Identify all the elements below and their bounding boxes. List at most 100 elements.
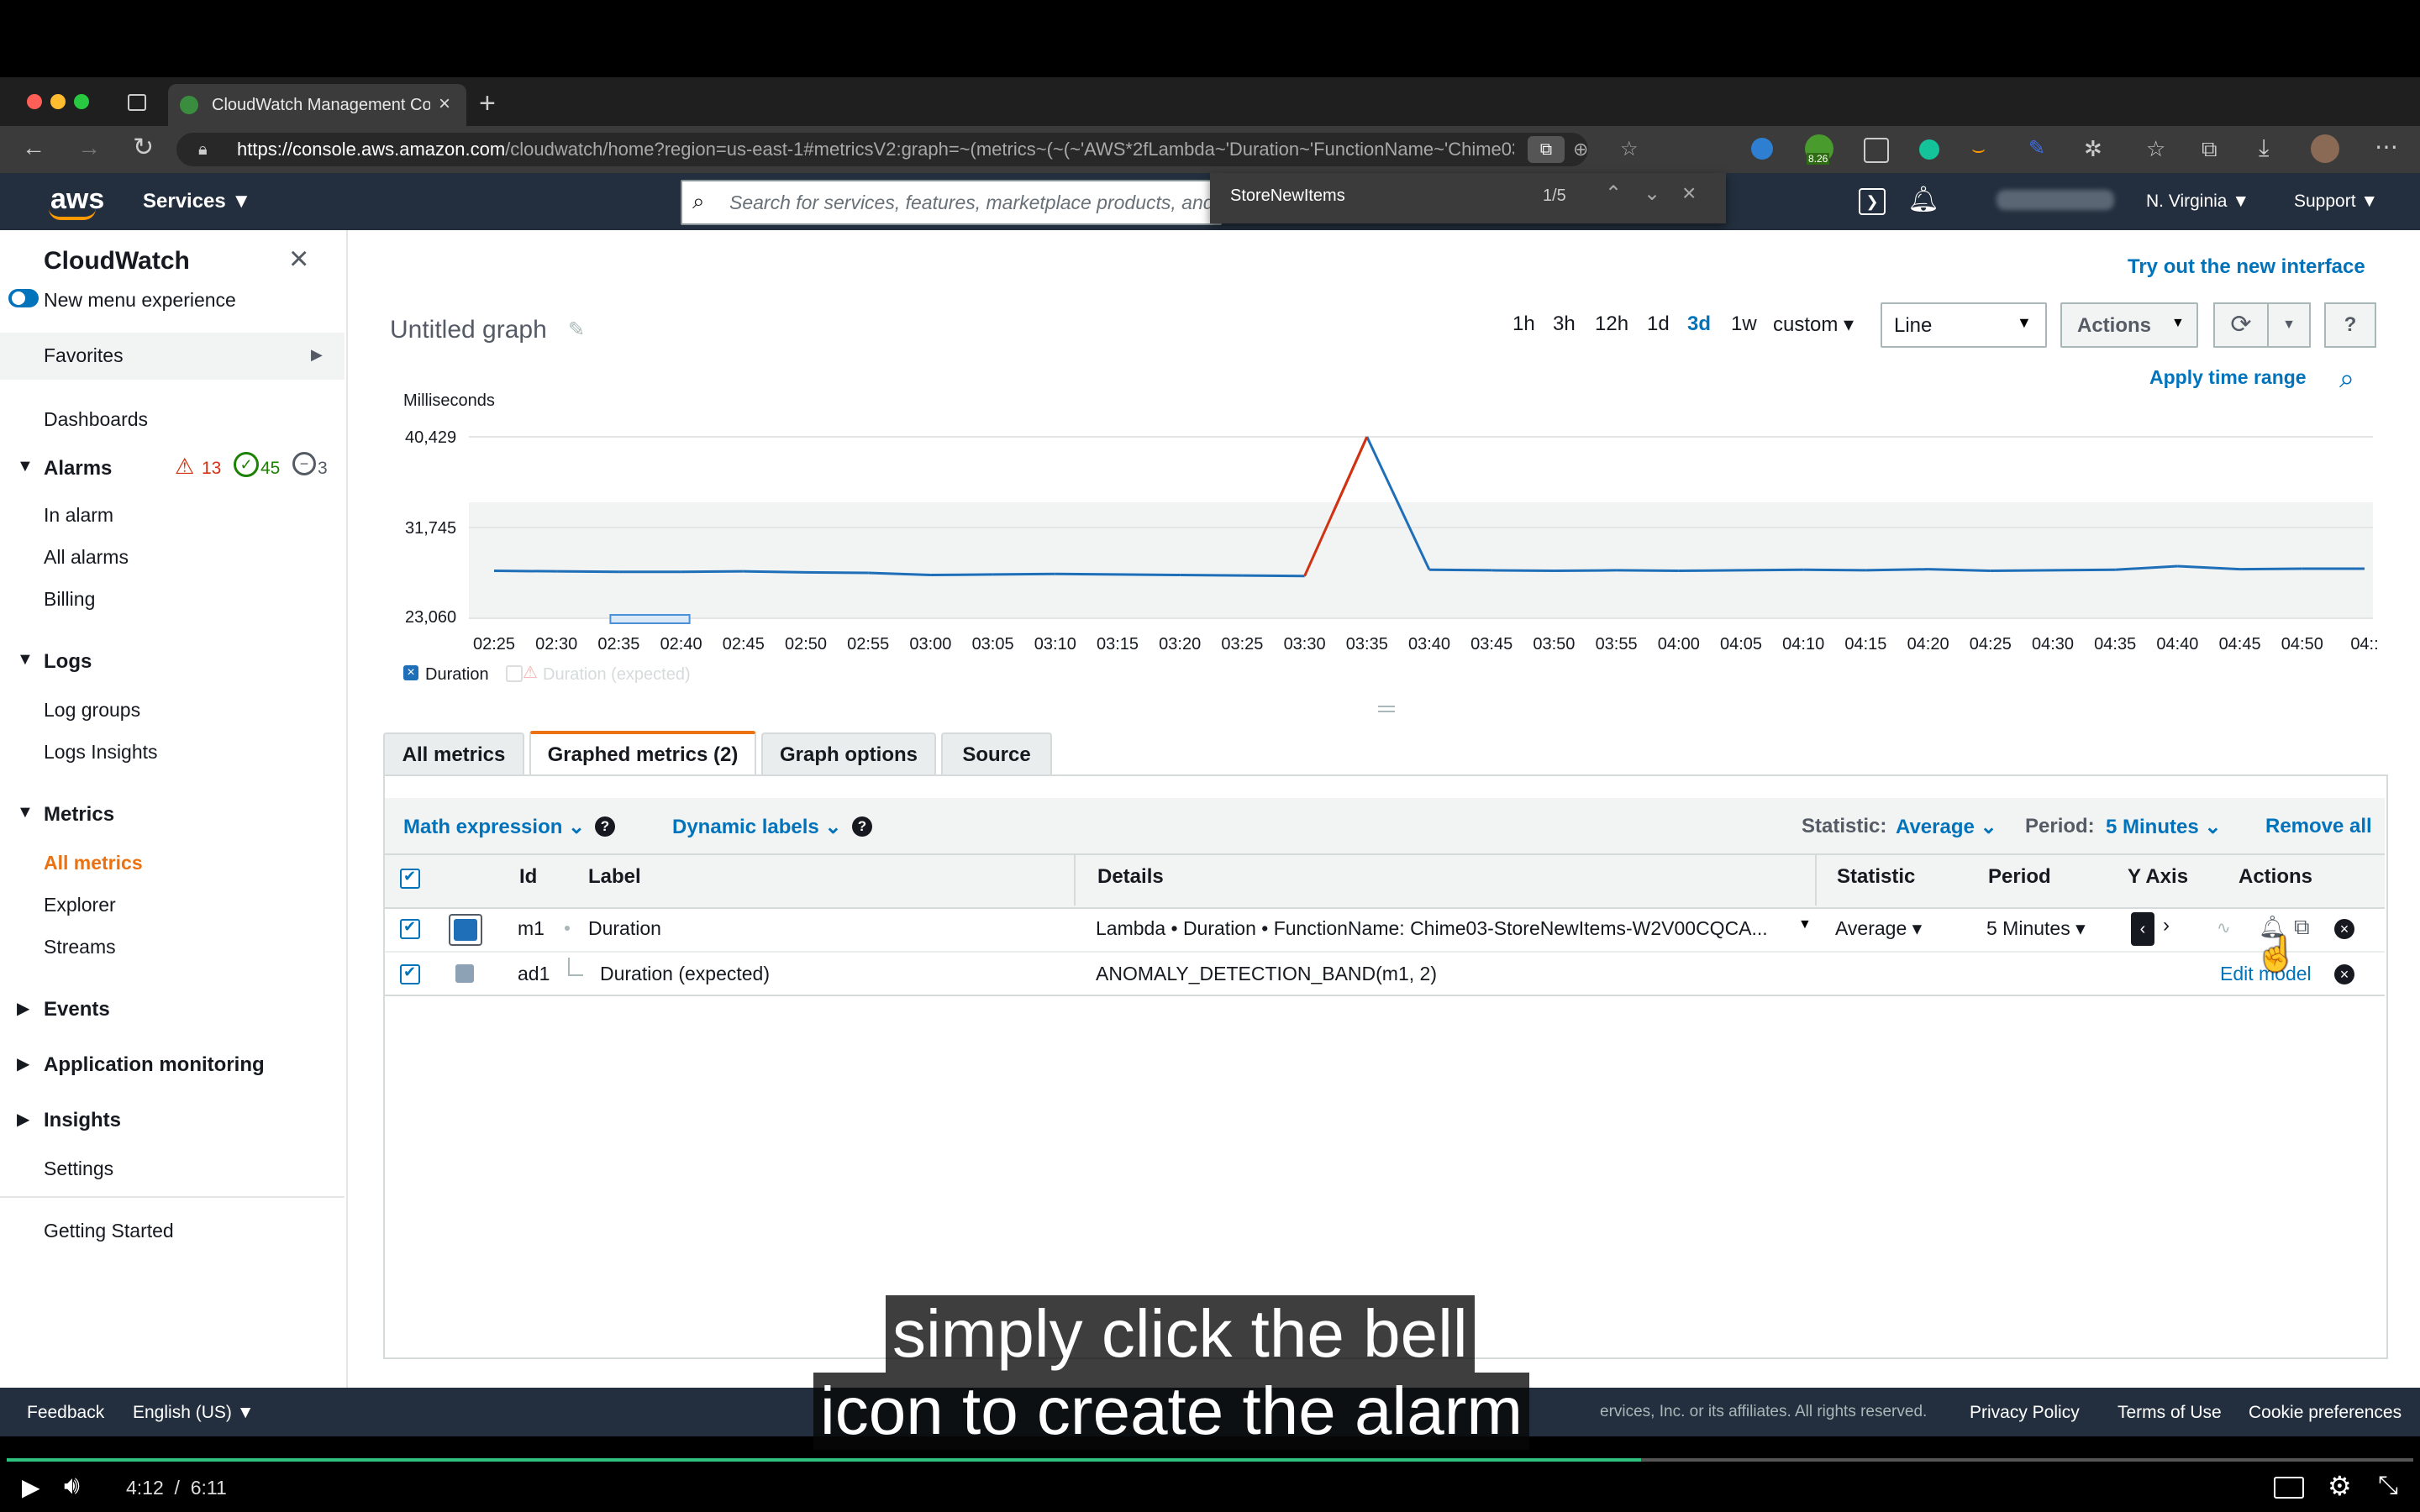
exit-fullscreen-icon[interactable]: ⤡ [2378,1472,2398,1500]
legend-expected-checkbox[interactable] [506,665,523,682]
sidebar-item-events[interactable]: Events [44,998,110,1021]
caret-right-icon[interactable]: ▶ [17,998,29,1019]
x-tick-label: 04:30 [2031,635,2075,654]
settings-gear-icon[interactable]: ⚙ [2328,1470,2352,1502]
x-tick-label: 04:: [2350,635,2379,654]
remove-all-link[interactable]: Remove all [2265,815,2372,838]
statistic-dropdown[interactable]: Average ⌄ [1896,815,1997,839]
duration-line-segment [2239,567,2302,571]
sidebar-item-settings[interactable]: Settings [44,1158,113,1180]
duration-line-segment [1180,574,1243,577]
duration-line-segment [1990,569,2054,573]
legend-duration-label[interactable]: Duration [425,665,489,685]
anomaly-line-segment [1331,436,1369,514]
row-label[interactable]: Duration (expected) [600,963,770,985]
caret-down-icon[interactable]: ▼ [17,803,34,822]
sidebar-item-insights[interactable]: Insights [44,1109,121,1132]
duration-line-segment [1491,569,1555,573]
caret-right-icon[interactable]: ▶ [17,1053,29,1074]
sidebar-item-metrics[interactable]: Metrics [44,803,114,827]
x-tick-label: 03:25 [1221,635,1264,654]
video-player-controls: ▶ 🔊︎ 4:12 / 6:11 ⚙ ⤡ [0,1462,2420,1512]
volume-icon[interactable]: 🔊︎ [64,1472,80,1500]
x-tick-label: 04:45 [2218,635,2261,654]
row-checkbox[interactable] [400,918,420,939]
x-tick-label: 02:25 [472,635,516,654]
duration-line-segment [743,570,807,574]
statistic-label: Statistic: [1802,815,1887,837]
series-color-swatch[interactable] [455,964,474,983]
x-tick-label: 04:35 [2094,635,2137,654]
privacy-policy-link[interactable]: Privacy Policy [1970,1403,2080,1423]
y-axis-left-button[interactable]: ‹ [2131,912,2154,946]
duration-line-segment [1928,568,1991,573]
help-icon[interactable]: ? [852,816,872,837]
row-period-select[interactable]: 5 Minutes ▾ [1986,917,2086,940]
duration-line-segment [556,570,619,574]
legend-duration-checkbox[interactable]: × [403,665,418,680]
header-actions[interactable]: Actions [2238,865,2312,889]
tab-source[interactable]: Source [941,732,1052,776]
copyright-text: ervices, Inc. or its affiliates. All rig… [1600,1403,1928,1420]
sidebar-item-explorer[interactable]: Explorer [44,894,116,916]
x-tick-label: 03:55 [1595,635,1638,654]
math-expression-dropdown[interactable]: Math expression ⌄ [403,815,585,839]
sidebar-item-logs-insights[interactable]: Logs Insights [44,741,158,764]
resize-handle[interactable] [1378,706,1395,712]
tab-all-metrics[interactable]: All metrics [383,732,524,776]
header-details[interactable]: Details [1097,865,1164,889]
play-icon[interactable]: ▶ [22,1473,40,1501]
x-tick-label: 03:10 [1034,635,1076,654]
row-id[interactable]: ad1 [518,963,550,985]
row-statistic-select[interactable]: Average ▾ [1835,917,1922,940]
x-tick-label: 04:50 [2281,635,2323,654]
details-caret-icon[interactable]: ▼ [1798,917,1812,932]
legend-expected-label[interactable]: Duration (expected) [543,665,691,685]
subtitle-line-2: icon to create the alarm [813,1373,1529,1450]
row-period-value: 5 Minutes [1986,917,2070,939]
x-tick-label: 03:05 [971,635,1014,654]
select-all-checkbox[interactable] [400,868,420,889]
caret-right-icon[interactable]: ▶ [17,1109,29,1130]
row-id[interactable]: m1 [518,917,544,940]
help-icon[interactable]: ? [595,816,615,837]
header-statistic[interactable]: Statistic [1837,865,1915,889]
tab-graph-options[interactable]: Graph options [761,732,936,776]
remove-row-icon[interactable]: × [2334,919,2354,939]
x-tick-label: 02:30 [535,635,578,654]
x-tick-label: 03:50 [1533,635,1576,654]
x-tick-label: 04:05 [1719,635,1763,654]
language-select[interactable]: English (US) ▼ [133,1403,255,1423]
remove-row-icon[interactable]: × [2334,964,2354,984]
sidebar-item-log-groups[interactable]: Log groups [44,699,140,722]
video-time: 4:12 / 6:11 [126,1477,227,1499]
sidebar-item-streams[interactable]: Streams [44,936,116,958]
duration-line-segment [992,572,1055,576]
terms-of-use-link[interactable]: Terms of Use [2118,1403,2222,1423]
captions-icon[interactable] [2274,1477,2304,1499]
anomaly-detection-icon[interactable]: ∿ [2217,917,2231,938]
cookie-preferences-link[interactable]: Cookie preferences [2249,1403,2402,1423]
x-tick-label: 03:40 [1407,635,1451,654]
row-details[interactable]: ANOMALY_DETECTION_BAND(m1, 2) [1096,963,1437,985]
tab-graphed-metrics[interactable]: Graphed metrics (2) [529,731,756,780]
y-axis-right-button[interactable]: › [2163,914,2170,937]
row-label[interactable]: Duration [588,917,661,940]
sidebar-item-application-monitoring[interactable]: Application monitoring [44,1053,265,1077]
header-id[interactable]: Id [519,865,537,889]
dynamic-labels-dropdown[interactable]: Dynamic labels ⌄ [672,815,842,839]
sidebar-item-getting-started[interactable]: Getting Started [44,1220,174,1242]
time-selection-box[interactable] [609,614,691,624]
x-tick-label: 04:40 [2156,635,2199,654]
series-color-swatch[interactable] [449,914,482,946]
row-checkbox[interactable] [400,963,420,984]
x-tick-label: 04:25 [1969,635,2012,654]
sidebar-item-all-metrics[interactable]: All metrics [44,852,143,874]
period-dropdown[interactable]: 5 Minutes ⌄ [2106,815,2221,839]
header-y-axis[interactable]: Y Axis [2128,865,2188,889]
header-period[interactable]: Period [1988,865,2051,889]
header-label[interactable]: Label [588,865,641,889]
feedback-link[interactable]: Feedback [27,1403,104,1423]
x-tick-label: 03:20 [1159,635,1202,654]
row-details[interactable]: Lambda • Duration • FunctionName: Chime0… [1096,917,1810,940]
